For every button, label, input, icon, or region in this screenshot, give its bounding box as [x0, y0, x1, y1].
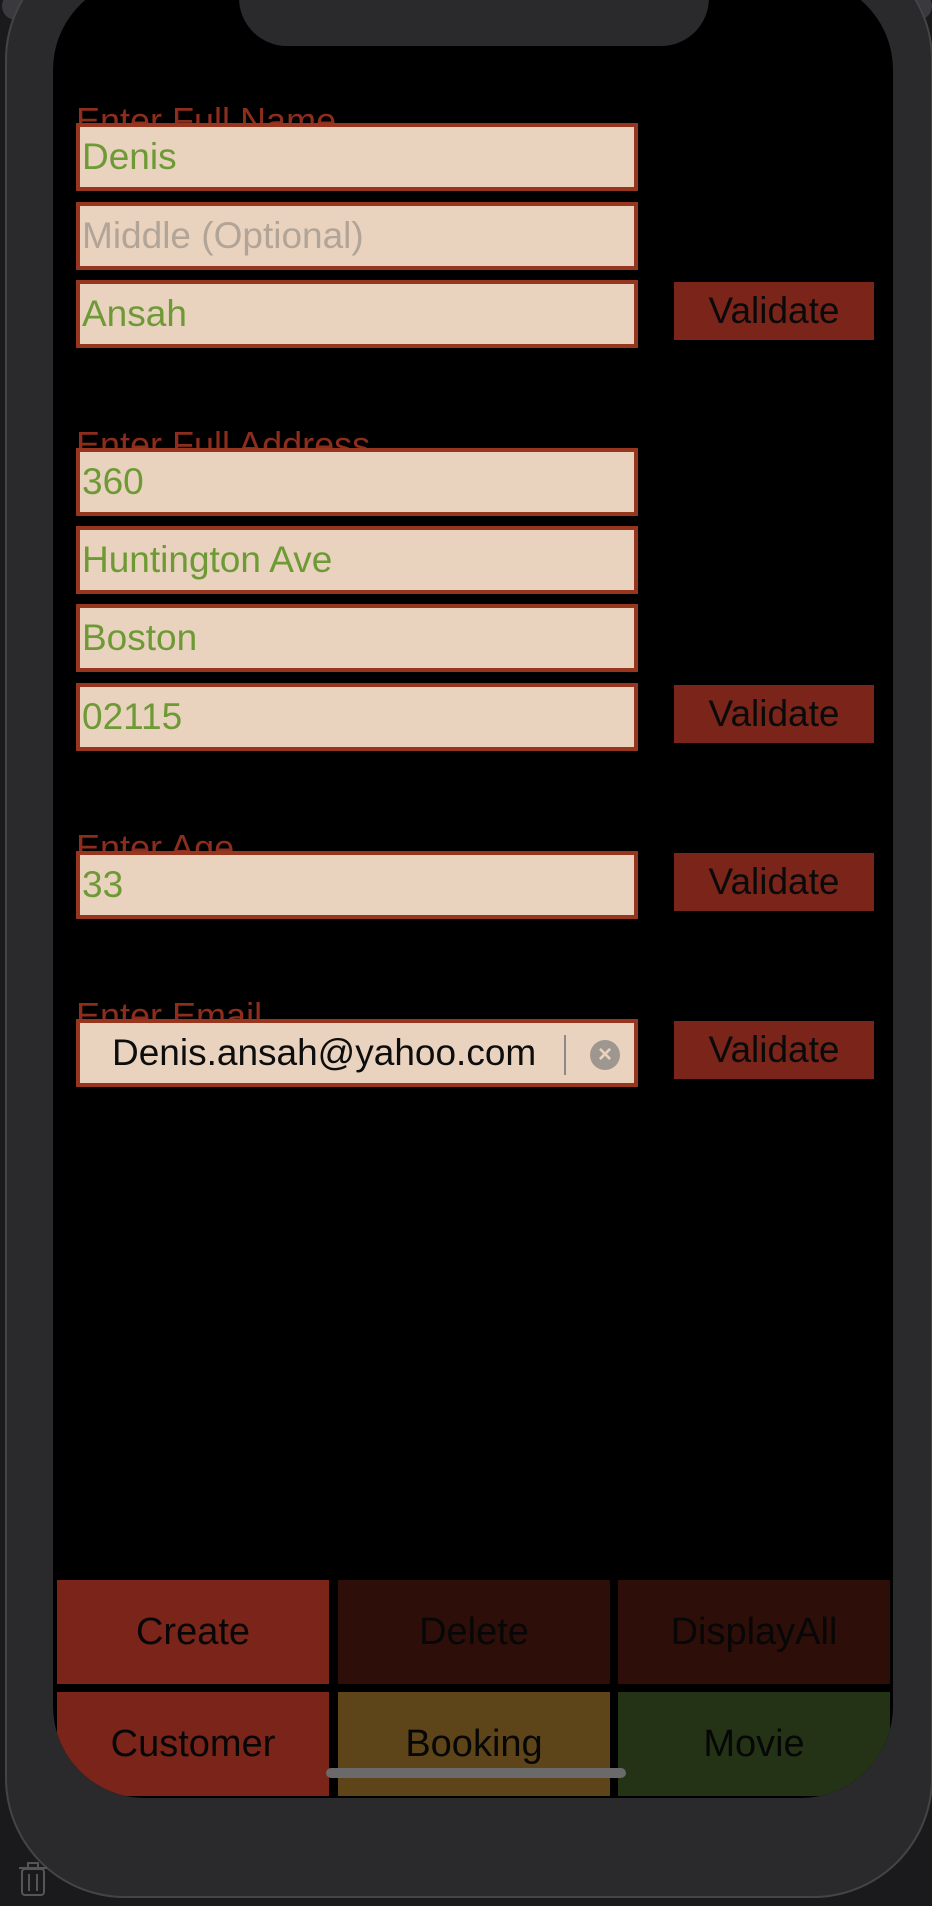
email-value: Denis.ansah@yahoo.com: [112, 1032, 537, 1073]
age-field[interactable]: 33: [76, 851, 638, 919]
middle-name-field[interactable]: Middle (Optional): [76, 202, 638, 270]
first-name-field[interactable]: Denis: [76, 123, 638, 191]
validate-name-button[interactable]: Validate: [674, 282, 874, 340]
street-number-field[interactable]: 360: [76, 448, 638, 516]
email-field[interactable]: Denis.ansah@yahoo.com ×: [76, 1019, 638, 1087]
trash-icon[interactable]: [18, 1862, 48, 1896]
tab-customer[interactable]: Customer: [57, 1692, 329, 1796]
validate-email-button[interactable]: Validate: [674, 1021, 874, 1079]
city-field[interactable]: Boston: [76, 604, 638, 672]
zip-code-field[interactable]: 02115: [76, 683, 638, 751]
display-all-button[interactable]: DisplayAll: [618, 1580, 890, 1684]
tab-movie[interactable]: Movie: [618, 1692, 890, 1796]
device-notch: [239, 0, 709, 46]
validate-age-button[interactable]: Validate: [674, 853, 874, 911]
street-name-field[interactable]: Huntington Ave: [76, 526, 638, 594]
text-cursor: [564, 1035, 566, 1075]
home-indicator[interactable]: [326, 1768, 626, 1778]
middle-name-placeholder: Middle (Optional): [82, 215, 364, 256]
device-screen: Enter Full Name Denis Middle (Optional) …: [53, 0, 893, 1798]
device-frame: Enter Full Name Denis Middle (Optional) …: [5, 0, 932, 1898]
create-button[interactable]: Create: [57, 1580, 329, 1684]
tab-booking[interactable]: Booking: [338, 1692, 610, 1796]
validate-address-button[interactable]: Validate: [674, 685, 874, 743]
clear-text-icon[interactable]: ×: [590, 1040, 620, 1070]
delete-button[interactable]: Delete: [338, 1580, 610, 1684]
last-name-field[interactable]: Ansah: [76, 280, 638, 348]
